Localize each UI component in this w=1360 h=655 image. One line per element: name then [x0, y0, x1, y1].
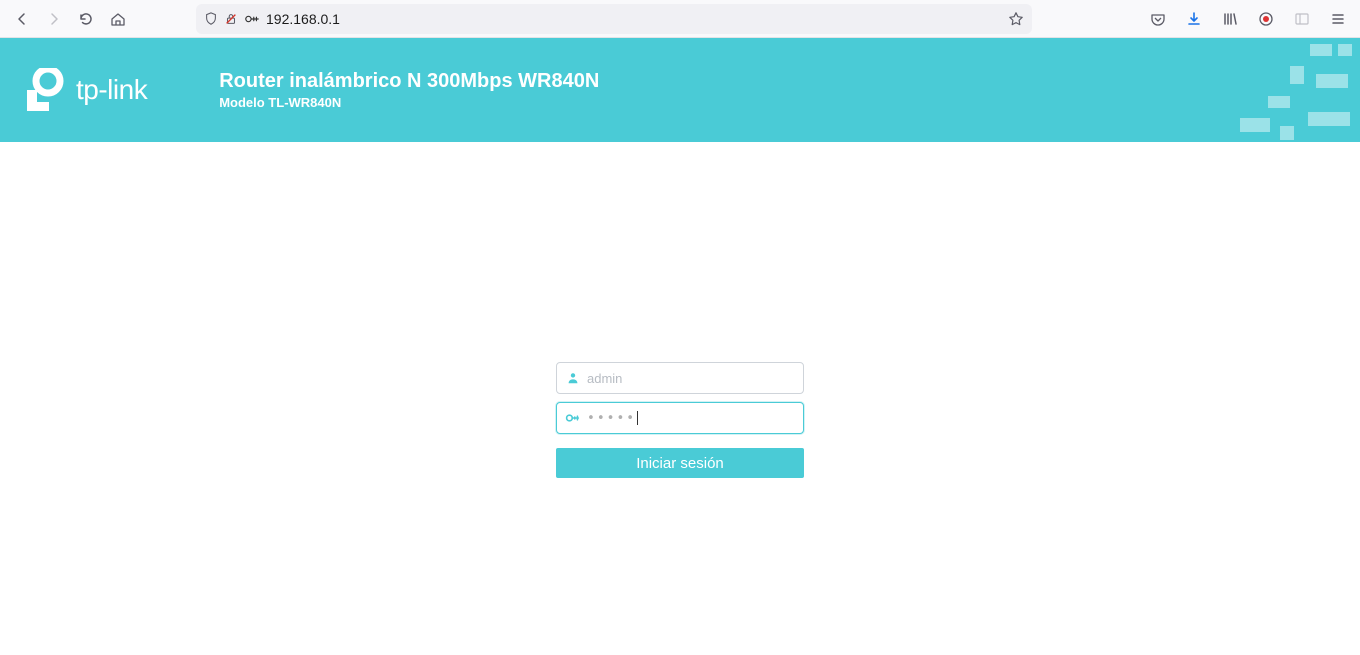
url-bar[interactable]: 192.168.0.1 [196, 4, 1032, 34]
downloads-button[interactable] [1180, 5, 1208, 33]
lock-slash-icon [224, 12, 238, 26]
pocket-icon [1150, 11, 1166, 27]
menu-button[interactable] [1324, 5, 1352, 33]
login-button[interactable]: Iniciar sesión [556, 448, 804, 478]
tplink-logomark-icon [24, 68, 64, 112]
extension-button[interactable] [1252, 5, 1280, 33]
login-area: ••••• Iniciar sesión [0, 362, 1360, 478]
page-header: tp-link Router inalámbrico N 300Mbps WR8… [0, 38, 1360, 142]
library-icon [1222, 11, 1238, 27]
toolbar-right [1144, 5, 1352, 33]
product-title: Router inalámbrico N 300Mbps WR840N [219, 70, 599, 93]
pocket-button[interactable] [1144, 5, 1172, 33]
url-text: 192.168.0.1 [266, 11, 1002, 27]
browser-toolbar: 192.168.0.1 [0, 0, 1360, 38]
bookmark-star-icon[interactable] [1008, 11, 1024, 27]
key-icon [565, 410, 581, 426]
download-icon [1186, 11, 1202, 27]
product-model: Modelo TL-WR840N [219, 95, 599, 110]
reload-icon [78, 11, 94, 27]
home-button[interactable] [104, 5, 132, 33]
reload-button[interactable] [72, 5, 100, 33]
username-input[interactable] [587, 371, 795, 386]
back-button[interactable] [8, 5, 36, 33]
password-row[interactable]: ••••• [556, 402, 804, 434]
header-decoration [1140, 38, 1360, 142]
header-titles: Router inalámbrico N 300Mbps WR840N Mode… [219, 70, 599, 110]
arrow-right-icon [46, 11, 62, 27]
hamburger-icon [1330, 11, 1346, 27]
user-icon [565, 370, 581, 386]
forward-button[interactable] [40, 5, 68, 33]
key-icon [244, 12, 260, 26]
sidebar-button[interactable] [1288, 5, 1316, 33]
home-icon [110, 11, 126, 27]
arrow-left-icon [14, 11, 30, 27]
noscript-icon [1258, 11, 1274, 27]
brand-logo: tp-link [24, 68, 147, 112]
brand-name: tp-link [76, 74, 147, 106]
password-input[interactable]: ••••• [587, 411, 638, 426]
library-button[interactable] [1216, 5, 1244, 33]
text-caret [637, 411, 638, 425]
username-row[interactable] [556, 362, 804, 394]
login-form: ••••• Iniciar sesión [556, 362, 804, 478]
sidebar-icon [1294, 11, 1310, 27]
shield-icon [204, 12, 218, 26]
